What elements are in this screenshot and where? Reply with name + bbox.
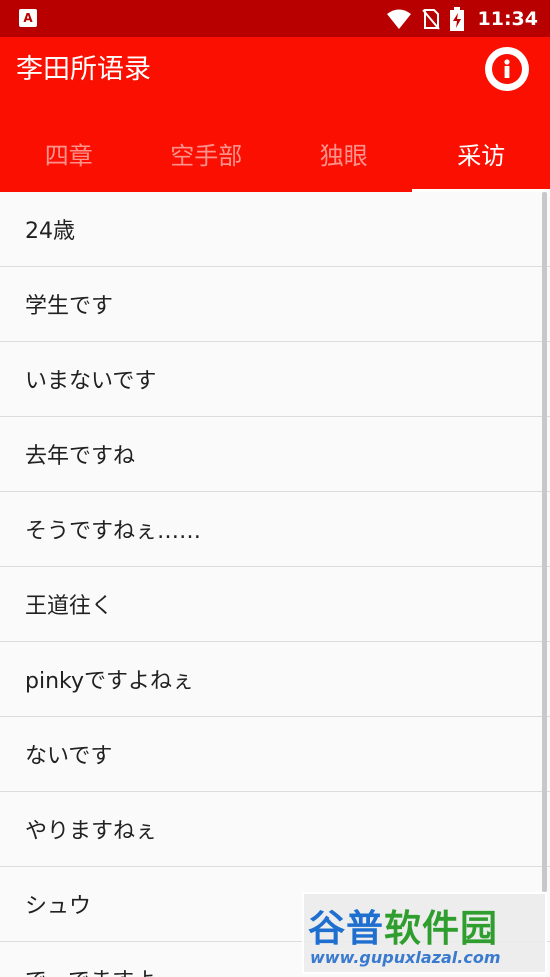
watermark: 谷普软件园 www.gupuxlazal.com	[302, 892, 547, 974]
tab-bar: 四章 空手部 独眼 采访	[0, 115, 550, 192]
notification-app-icon: A	[19, 9, 37, 27]
tab-one-eye[interactable]: 独眼	[275, 115, 413, 192]
battery-charging-icon	[449, 6, 464, 31]
status-time: 11:34	[477, 7, 538, 30]
info-icon	[492, 54, 522, 84]
tab-karate-club[interactable]: 空手部	[138, 115, 276, 192]
list-item[interactable]: そうですねぇ……	[0, 492, 550, 567]
watermark-logo-part2: 软件园	[384, 907, 498, 950]
info-button[interactable]	[485, 47, 529, 91]
tab-chapter-four[interactable]: 四章	[0, 115, 138, 192]
list-item[interactable]: やりますねぇ	[0, 792, 550, 867]
no-sim-icon	[421, 8, 440, 30]
tab-interview[interactable]: 采访	[413, 115, 550, 192]
list-item[interactable]: いまないです	[0, 342, 550, 417]
list-item[interactable]: pinkyですよねぇ	[0, 642, 550, 717]
scrollbar[interactable]	[542, 192, 547, 892]
list-item[interactable]: 去年ですね	[0, 417, 550, 492]
watermark-url: www.gupuxlazal.com	[310, 948, 501, 967]
wifi-icon	[386, 9, 411, 29]
watermark-logo-part1: 谷普	[308, 907, 384, 950]
app-bar: 李田所语录 四章 空手部 独眼 采访	[0, 37, 550, 192]
list-item[interactable]: 24歳	[0, 192, 550, 267]
list-item[interactable]: 王道往く	[0, 567, 550, 642]
status-bar: A 11:34	[0, 0, 550, 37]
app-title: 李田所语录	[16, 54, 151, 85]
quote-list: 24歳 学生です いまないです 去年ですね そうですねぇ…… 王道往く pink…	[0, 192, 550, 977]
watermark-logo: 谷普软件园	[308, 898, 498, 952]
list-item[interactable]: 学生です	[0, 267, 550, 342]
list-item[interactable]: ないです	[0, 717, 550, 792]
